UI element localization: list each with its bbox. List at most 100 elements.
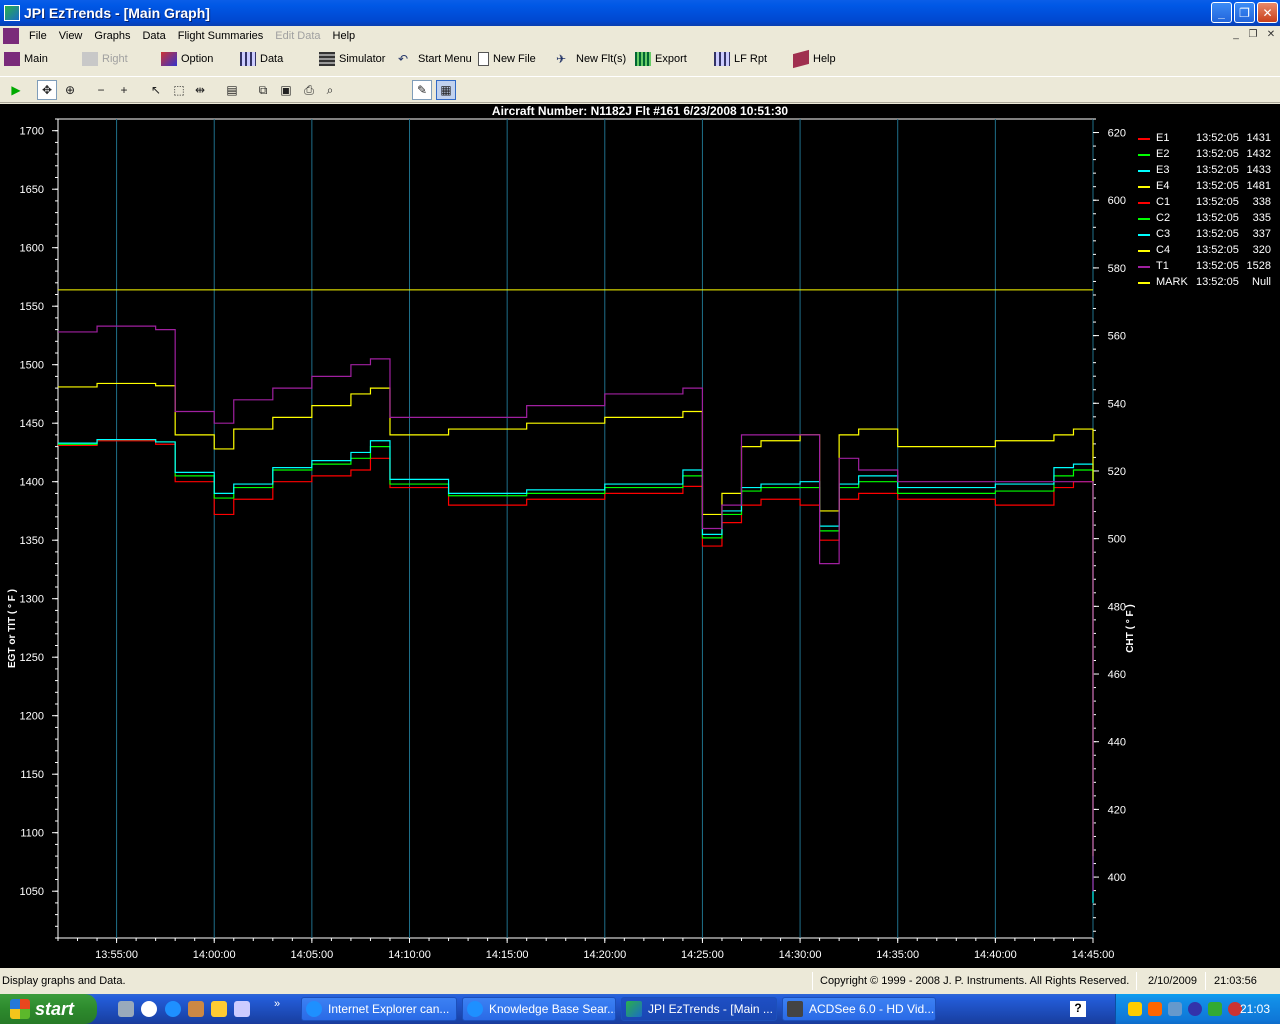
help-book-icon bbox=[793, 49, 809, 69]
help-icon[interactable]: ? bbox=[1070, 1001, 1086, 1017]
print-icon[interactable]: ⎙ bbox=[299, 80, 319, 100]
internet-explorer-icon[interactable] bbox=[165, 1001, 181, 1017]
task-jpi-eztrends[interactable]: JPI EzTrends - [Main ... bbox=[621, 997, 777, 1021]
right-tick-label: 580 bbox=[1108, 263, 1126, 275]
menu-graphs[interactable]: Graphs bbox=[88, 30, 136, 42]
menu-view[interactable]: View bbox=[53, 30, 89, 42]
legend-row: T1 13:52:05 1528 bbox=[1138, 259, 1278, 275]
menu-data[interactable]: Data bbox=[136, 30, 171, 42]
x-tick-label: 14:25:00 bbox=[681, 949, 724, 961]
restore-button[interactable]: ❐ bbox=[1234, 2, 1255, 23]
start-menu-button[interactable]: ↶ Start Menu bbox=[398, 50, 472, 68]
grid-toggle-icon[interactable]: ▦ bbox=[436, 80, 456, 100]
menu-flight-summaries[interactable]: Flight Summaries bbox=[172, 30, 270, 42]
battery-icon[interactable] bbox=[1208, 1002, 1222, 1016]
menu-file[interactable]: File bbox=[23, 30, 53, 42]
quicklaunch-app-icon[interactable] bbox=[188, 1001, 204, 1017]
legend-name: MARK bbox=[1156, 276, 1188, 288]
legend-swatch bbox=[1138, 186, 1150, 188]
graph-area[interactable]: 13:55:00 14:00:00 14:05:00 14:10:00 14:15:00… bbox=[0, 104, 1280, 968]
new-flts-button[interactable]: ✈ New Flt(s) bbox=[556, 50, 626, 68]
start-button[interactable]: start bbox=[0, 994, 97, 1024]
media-player-icon[interactable] bbox=[141, 1001, 157, 1017]
table-icon bbox=[240, 52, 256, 66]
document-icon[interactable] bbox=[3, 28, 19, 44]
x-tick-label: 14:30:00 bbox=[779, 949, 822, 961]
pointer-icon[interactable]: ↖ bbox=[146, 80, 166, 100]
zoom-in-icon[interactable]: + bbox=[114, 80, 134, 100]
legend-swatch bbox=[1138, 282, 1150, 284]
mdi-minimize-button[interactable]: _ bbox=[1228, 29, 1244, 43]
print-preview-icon[interactable]: ⌕ bbox=[320, 80, 340, 100]
x-tick-label: 14:35:00 bbox=[876, 949, 919, 961]
left-tick-label: 1200 bbox=[20, 711, 44, 723]
zoom-area-icon[interactable]: ⊕ bbox=[60, 80, 80, 100]
legend-name: C4 bbox=[1156, 244, 1171, 256]
option-button[interactable]: Option bbox=[161, 50, 213, 68]
main-graph-chart[interactable]: 13:55:00 14:00:00 14:05:00 14:10:00 14:15:00… bbox=[0, 104, 1280, 968]
right-tick-label: 540 bbox=[1108, 398, 1126, 410]
new-file-button[interactable]: New File bbox=[478, 50, 536, 68]
lf-rpt-button[interactable]: LF Rpt bbox=[714, 50, 767, 68]
mdi-restore-button[interactable]: ❐ bbox=[1245, 29, 1261, 43]
status-message: Display graphs and Data. bbox=[2, 975, 126, 987]
legend-time: 13:52:05 bbox=[1196, 132, 1239, 144]
desktop-icon[interactable] bbox=[118, 1001, 134, 1017]
legend-time: 13:52:05 bbox=[1196, 212, 1239, 224]
file-icon bbox=[478, 52, 489, 66]
legend-time: 13:52:05 bbox=[1196, 148, 1239, 160]
back-arrow-icon: ↶ bbox=[398, 52, 409, 66]
select-rect-icon[interactable]: ⬚ bbox=[169, 80, 189, 100]
close-button[interactable]: ✕ bbox=[1257, 2, 1278, 23]
shield-icon[interactable] bbox=[1128, 1002, 1142, 1016]
quicklaunch-file-icon[interactable] bbox=[234, 1001, 250, 1017]
internet-explorer-icon bbox=[306, 1001, 322, 1017]
simulator-icon bbox=[319, 52, 335, 66]
simulator-button[interactable]: Simulator bbox=[319, 50, 385, 68]
export-button[interactable]: Export bbox=[635, 50, 687, 68]
legend-row: E3 13:52:05 1433 bbox=[1138, 163, 1278, 179]
properties-icon[interactable]: ▤ bbox=[222, 80, 242, 100]
mdi-close-button[interactable]: ✕ bbox=[1263, 29, 1279, 43]
left-axis-label: EGT or TIT ( ° F ) bbox=[7, 589, 18, 668]
x-tick-label: 14:10:00 bbox=[388, 949, 431, 961]
legend-name: E4 bbox=[1156, 180, 1170, 192]
left-tick-label: 1300 bbox=[20, 594, 44, 606]
legend-swatch bbox=[1138, 218, 1150, 220]
menu-help[interactable]: Help bbox=[327, 30, 362, 42]
security-icon[interactable] bbox=[1188, 1002, 1202, 1016]
marker-icon[interactable]: ✎ bbox=[412, 80, 432, 100]
flame-icon[interactable] bbox=[1148, 1002, 1162, 1016]
task-internet-explorer[interactable]: Internet Explorer can... bbox=[301, 997, 457, 1021]
fit-width-icon[interactable]: ⇹ bbox=[190, 80, 210, 100]
legend-value: 1528 bbox=[1246, 260, 1271, 272]
play-icon[interactable]: ▶ bbox=[6, 80, 26, 100]
task-knowledge-base[interactable]: Knowledge Base Sear... bbox=[462, 997, 616, 1021]
help-button[interactable]: Help bbox=[793, 49, 836, 69]
save-icon[interactable]: ▣ bbox=[276, 80, 296, 100]
legend-swatch bbox=[1138, 250, 1150, 252]
quicklaunch-tool-icon[interactable] bbox=[211, 1001, 227, 1017]
copy-icon[interactable]: ⧉ bbox=[253, 80, 273, 100]
task-acdsee[interactable]: ACDSee 6.0 - HD Vid... bbox=[782, 997, 936, 1021]
pan-icon[interactable]: ✥ bbox=[37, 80, 57, 100]
legend-swatch bbox=[1138, 138, 1150, 140]
left-tick-label: 1150 bbox=[20, 769, 44, 781]
legend-row: MARK 13:52:05 Null bbox=[1138, 275, 1278, 291]
quicklaunch-expand-icon[interactable]: » bbox=[274, 998, 280, 1010]
legend-value: Null bbox=[1252, 276, 1271, 288]
legend-row: C2 13:52:05 335 bbox=[1138, 211, 1278, 227]
report-icon bbox=[714, 52, 730, 66]
legend-name: E2 bbox=[1156, 148, 1170, 160]
menu-edit-data[interactable]: Edit Data bbox=[269, 30, 326, 42]
left-tick-label: 1250 bbox=[20, 652, 44, 664]
data-button[interactable]: Data bbox=[240, 50, 283, 68]
right-button[interactable]: Right bbox=[82, 50, 128, 68]
network-icon[interactable] bbox=[1168, 1002, 1182, 1016]
acdsee-icon bbox=[787, 1001, 803, 1017]
left-tick-label: 1350 bbox=[20, 535, 44, 547]
main-button[interactable]: Main bbox=[4, 50, 48, 68]
minimize-button[interactable]: _ bbox=[1211, 2, 1232, 23]
legend-swatch bbox=[1138, 170, 1150, 172]
zoom-out-icon[interactable]: − bbox=[91, 80, 111, 100]
